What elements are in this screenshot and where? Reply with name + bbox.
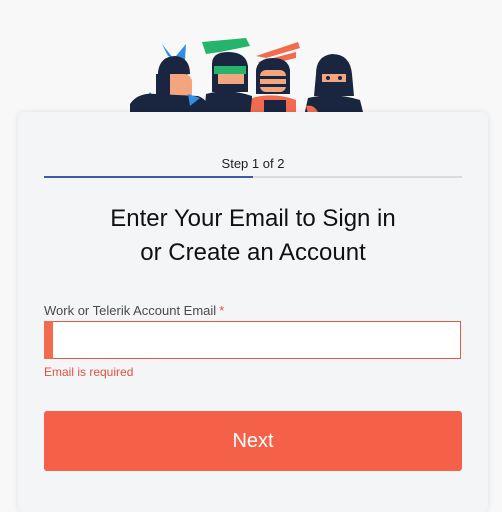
ninja-team-icon [130,38,364,116]
required-marker: * [219,303,225,318]
next-button[interactable]: Next [44,411,462,471]
ninja-team-illustration [128,34,373,116]
email-label: Work or Telerik Account Email * [44,303,224,318]
step-progress-fill [44,176,253,178]
email-error-message: Email is required [44,365,134,379]
title-line-1: Enter Your Email to Sign in [110,205,396,232]
title-line-2: or Create an Account [140,239,366,266]
email-field[interactable] [44,321,461,359]
sign-in-card: Step 1 of 2 Enter Your Email to Sign in … [18,112,488,512]
step-indicator: Step 1 of 2 [221,156,285,171]
error-accent-bar [44,321,53,359]
page-title: Enter Your Email to Sign in or Create an… [48,202,458,270]
email-label-text: Work or Telerik Account Email [44,303,217,318]
step-progress-track [44,176,462,178]
